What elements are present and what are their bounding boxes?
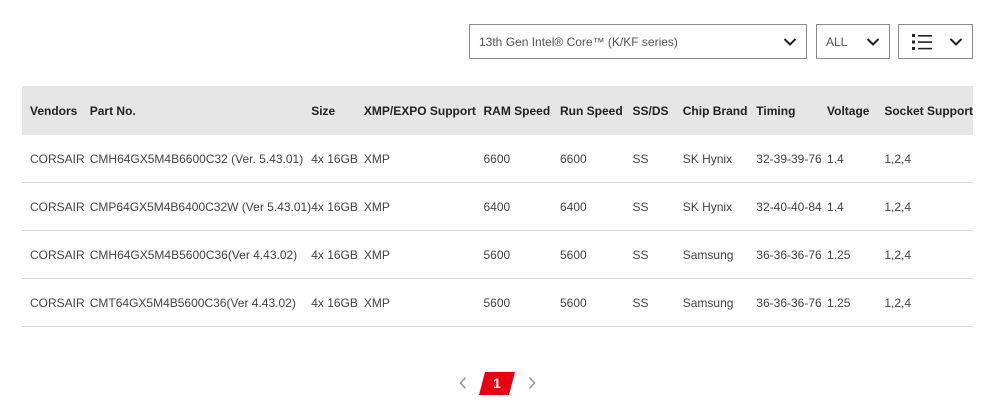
voltage-cell: 1.4 bbox=[827, 182, 885, 231]
vendor-cell: CORSAIR bbox=[22, 182, 90, 231]
chip-brand-cell: Samsung bbox=[682, 278, 757, 327]
socket-support-cell: 1,2,4 bbox=[884, 230, 973, 279]
page-button-current[interactable]: 1 bbox=[479, 372, 515, 395]
chevron-down-icon bbox=[866, 38, 880, 46]
voltage-cell: 1.25 bbox=[827, 278, 885, 327]
part-no-cell: CMT64GX5M4B5600C36(Ver 4.43.02) bbox=[89, 278, 312, 327]
table-row: CORSAIR CMP64GX5M4B6400C32W (Ver 5.43.01… bbox=[22, 182, 973, 231]
column-header-timing: Timing bbox=[756, 86, 828, 135]
ss-ds-cell: SS bbox=[632, 230, 683, 279]
view-mode-select[interactable] bbox=[898, 24, 973, 59]
vendor-cell: CORSAIR bbox=[22, 278, 90, 327]
memory-type-select[interactable]: ALL bbox=[816, 24, 890, 59]
run-speed-cell: 6400 bbox=[559, 182, 633, 231]
timing-cell: 32-40-40-84 bbox=[756, 182, 828, 231]
page-number-label: 1 bbox=[493, 375, 501, 391]
run-speed-cell: 6600 bbox=[559, 135, 633, 183]
xmp-expo-cell: XMP bbox=[363, 230, 484, 279]
xmp-expo-cell: XMP bbox=[363, 135, 484, 183]
xmp-expo-cell: XMP bbox=[363, 182, 484, 231]
ram-speed-cell: 5600 bbox=[483, 278, 560, 327]
table-row: CORSAIR CMH64GX5M4B6600C32 (Ver. 5.43.01… bbox=[22, 135, 973, 183]
pagination: 1 bbox=[455, 372, 545, 396]
ss-ds-cell: SS bbox=[632, 135, 683, 183]
column-header-run-speed: Run Speed bbox=[559, 86, 633, 135]
column-header-xmp-expo: XMP/EXPO Support bbox=[363, 86, 484, 135]
voltage-cell: 1.4 bbox=[827, 135, 885, 183]
run-speed-cell: 5600 bbox=[559, 278, 633, 327]
chip-brand-cell: SK Hynix bbox=[682, 135, 757, 183]
chevron-down-icon bbox=[783, 38, 797, 46]
socket-support-cell: 1,2,4 bbox=[884, 182, 973, 231]
column-header-part-no: Part No. bbox=[89, 86, 312, 135]
chip-brand-cell: SK Hynix bbox=[682, 182, 757, 231]
memory-qvl-table: Vendors Part No. Size XMP/EXPO Support R… bbox=[22, 86, 973, 327]
chevron-left-icon[interactable] bbox=[458, 376, 468, 390]
ram-speed-cell: 6600 bbox=[483, 135, 560, 183]
table-header-row: Vendors Part No. Size XMP/EXPO Support R… bbox=[22, 86, 973, 135]
size-cell: 4x 16GB bbox=[311, 278, 364, 327]
part-no-cell: CMH64GX5M4B6600C32 (Ver. 5.43.01) bbox=[89, 135, 312, 183]
ram-speed-cell: 6400 bbox=[483, 182, 560, 231]
column-header-size: Size bbox=[311, 86, 364, 135]
timing-cell: 32-39-39-76 bbox=[756, 135, 828, 183]
qvl-page: 13th Gen Intel® Core™ (K/KF series) ALL … bbox=[0, 0, 999, 418]
size-cell: 4x 16GB bbox=[311, 135, 364, 183]
column-header-chip-brand: Chip Brand bbox=[682, 86, 757, 135]
column-header-ss-ds: SS/DS bbox=[632, 86, 683, 135]
socket-support-cell: 1,2,4 bbox=[884, 135, 973, 183]
size-cell: 4x 16GB bbox=[311, 230, 364, 279]
ss-ds-cell: SS bbox=[632, 278, 683, 327]
vendor-cell: CORSAIR bbox=[22, 230, 90, 279]
socket-support-cell: 1,2,4 bbox=[884, 278, 973, 327]
memory-type-value: ALL bbox=[826, 34, 848, 49]
vendor-cell: CORSAIR bbox=[22, 135, 90, 183]
table-row: CORSAIR CMT64GX5M4B5600C36(Ver 4.43.02) … bbox=[22, 278, 973, 327]
table-row: CORSAIR CMH64GX5M4B5600C36(Ver 4.43.02) … bbox=[22, 230, 973, 279]
list-view-icon bbox=[912, 34, 932, 50]
column-header-voltage: Voltage bbox=[827, 86, 885, 135]
ram-speed-cell: 5600 bbox=[483, 230, 560, 279]
column-header-vendors: Vendors bbox=[22, 86, 90, 135]
size-cell: 4x 16GB bbox=[311, 182, 364, 231]
part-no-cell: CMH64GX5M4B5600C36(Ver 4.43.02) bbox=[89, 230, 312, 279]
cpu-series-value: 13th Gen Intel® Core™ (K/KF series) bbox=[479, 34, 678, 49]
part-no-cell: CMP64GX5M4B6400C32W (Ver 5.43.01) bbox=[89, 182, 312, 231]
voltage-cell: 1.25 bbox=[827, 230, 885, 279]
cpu-series-select[interactable]: 13th Gen Intel® Core™ (K/KF series) bbox=[469, 24, 807, 59]
chevron-down-icon bbox=[949, 38, 963, 46]
column-header-ram-speed: RAM Speed bbox=[483, 86, 560, 135]
chevron-right-icon[interactable] bbox=[527, 376, 537, 390]
column-header-socket-support: Socket Support bbox=[884, 86, 973, 135]
xmp-expo-cell: XMP bbox=[363, 278, 484, 327]
timing-cell: 36-36-36-76 bbox=[756, 230, 828, 279]
timing-cell: 36-36-36-76 bbox=[756, 278, 828, 327]
run-speed-cell: 5600 bbox=[559, 230, 633, 279]
ss-ds-cell: SS bbox=[632, 182, 683, 231]
chip-brand-cell: Samsung bbox=[682, 230, 757, 279]
